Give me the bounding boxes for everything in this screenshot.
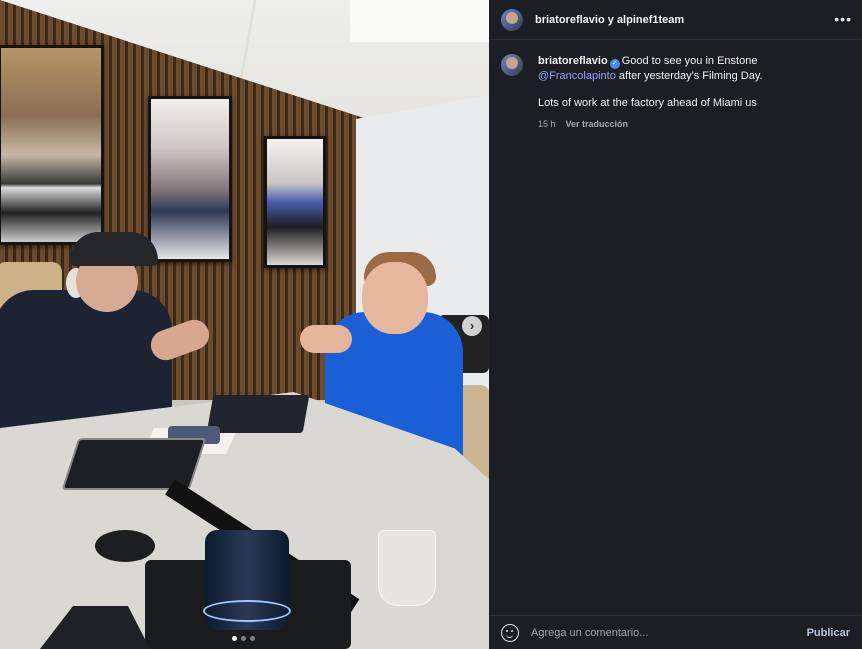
post-caption: briatoreflavio ✓ Good to see you in Enston… <box>489 40 862 132</box>
glass <box>378 530 436 606</box>
author-conjunction: y <box>607 13 614 26</box>
carousel-dot <box>241 636 246 641</box>
smiley-icon[interactable] <box>501 623 519 642</box>
post-authors: briatoreflavio y alpinef1team <box>535 14 684 26</box>
person-right-head <box>362 262 428 334</box>
caption-paragraph-2: Lots of work at the factory ahead of Mia… <box>538 97 757 109</box>
post-header: briatoreflavio y alpinef1team ••• <box>489 0 862 40</box>
caption-meta: 15 h Ver traducción <box>538 117 838 132</box>
box <box>206 395 310 433</box>
wall-poster <box>264 136 326 268</box>
avatar[interactable] <box>501 8 523 31</box>
post-side-panel: briatoreflavio y alpinef1team ••• briato… <box>489 0 862 649</box>
collab-username[interactable]: alpinef1team <box>617 14 684 26</box>
carousel-dot <box>232 636 237 641</box>
avatar[interactable] <box>501 54 523 76</box>
mention-link[interactable]: @Francolapinto <box>538 70 616 82</box>
wall-poster <box>0 45 104 245</box>
caption-username[interactable]: briatoreflavio <box>538 55 608 67</box>
hand <box>300 325 352 353</box>
caption-text-continued: after yesterday's Filming Day. <box>618 70 763 82</box>
person-left <box>0 290 172 430</box>
publish-button[interactable]: Publicar <box>807 627 850 639</box>
verified-badge-icon: ✓ <box>609 59 620 69</box>
chevron-right-icon[interactable]: › <box>462 316 482 336</box>
more-horizontal-icon[interactable]: ••• <box>834 11 852 27</box>
carousel-indicator <box>232 636 255 641</box>
comment-input[interactable] <box>531 626 807 639</box>
caption-body: briatoreflavio ✓ Good to see you in Enston… <box>538 54 838 132</box>
tablet <box>61 438 207 490</box>
carousel-dot <box>250 636 255 641</box>
author-username[interactable]: briatoreflavio <box>535 14 605 26</box>
coaster <box>95 530 155 562</box>
caption-paragraph-1: briatoreflavio ✓ Good to see you in Enston… <box>538 54 838 84</box>
wall-poster <box>148 96 232 262</box>
translate-link[interactable]: Ver traducción <box>566 119 629 129</box>
post-photo[interactable]: › <box>0 0 489 649</box>
comment-bar: Publicar <box>489 615 862 649</box>
cap <box>70 232 158 266</box>
caption-text: Good to see you in Enstone <box>621 55 758 67</box>
post-modal: › briatoreflavio y alpinef1team ••• bria… <box>0 0 862 649</box>
speaker-light-ring <box>203 600 291 622</box>
post-time[interactable]: 15 h <box>538 119 556 129</box>
ceiling-light <box>350 0 489 42</box>
